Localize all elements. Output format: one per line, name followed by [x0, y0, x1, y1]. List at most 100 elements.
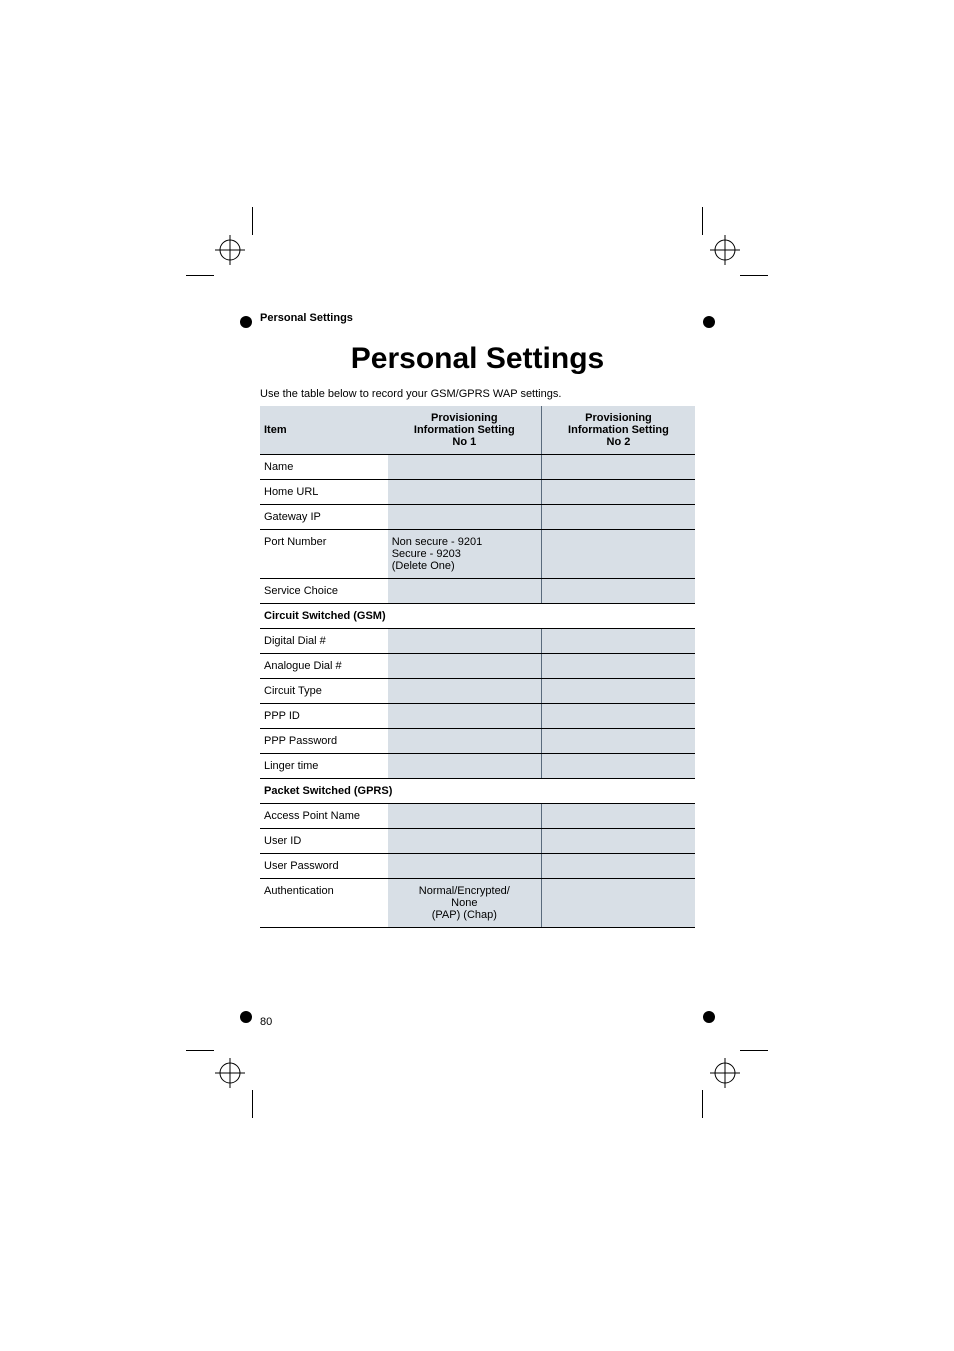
running-header: Personal Settings	[260, 312, 695, 324]
col2-l1: Provisioning	[585, 412, 652, 424]
col-item: Item	[260, 406, 388, 455]
intro-text: Use the table below to record your GSM/G…	[260, 388, 695, 400]
cell-value	[388, 754, 542, 779]
crop-mark	[186, 1050, 214, 1051]
row-gateway-ip: Gateway IP	[260, 505, 388, 530]
row-circuit-type: Circuit Type	[260, 679, 388, 704]
row-analogue-dial: Analogue Dial #	[260, 654, 388, 679]
page-content: Personal Settings Personal Settings Use …	[260, 312, 695, 928]
table-row: Service Choice	[260, 579, 695, 604]
cell-value	[388, 654, 542, 679]
table-row: Authentication Normal/Encrypted/ None (P…	[260, 879, 695, 928]
cell-value	[541, 480, 695, 505]
registration-mark-icon	[710, 235, 740, 265]
section-gsm-label: Circuit Switched (GSM)	[260, 604, 695, 629]
cell-value	[388, 480, 542, 505]
port-l2: Secure - 9203	[392, 548, 461, 560]
row-service-choice: Service Choice	[260, 579, 388, 604]
auth-l3: (PAP) (Chap)	[432, 909, 497, 921]
cell-value	[388, 854, 542, 879]
table-header-row: Item Provisioning Information Setting No…	[260, 406, 695, 455]
settings-table: Item Provisioning Information Setting No…	[260, 406, 695, 928]
crop-mark	[252, 1090, 253, 1118]
cell-value	[388, 629, 542, 654]
cell-value	[541, 729, 695, 754]
row-ppp-id: PPP ID	[260, 704, 388, 729]
cell-value	[541, 579, 695, 604]
dot-mark-icon	[240, 1011, 252, 1023]
cell-value	[388, 505, 542, 530]
row-access-point: Access Point Name	[260, 804, 388, 829]
table-row: Circuit Type	[260, 679, 695, 704]
cell-value	[541, 455, 695, 480]
table-row: Home URL	[260, 480, 695, 505]
col-setting-2: Provisioning Information Setting No 2	[541, 406, 695, 455]
crop-mark	[740, 1050, 768, 1051]
table-row: Access Point Name	[260, 804, 695, 829]
row-home-url: Home URL	[260, 480, 388, 505]
cell-value	[541, 704, 695, 729]
table-row: Port Number Non secure - 9201 Secure - 9…	[260, 530, 695, 579]
cell-value	[541, 530, 695, 579]
crop-mark	[740, 275, 768, 276]
cell-value	[541, 629, 695, 654]
crop-mark	[702, 1090, 703, 1118]
cell-value	[541, 505, 695, 530]
col2-l3: No 2	[607, 436, 631, 448]
col-setting-1: Provisioning Information Setting No 1	[388, 406, 542, 455]
auth-l2: None	[451, 897, 477, 909]
table-row: User Password	[260, 854, 695, 879]
col2-l2: Information Setting	[568, 424, 669, 436]
row-user-password: User Password	[260, 854, 388, 879]
table-row: PPP ID	[260, 704, 695, 729]
table-row: Name	[260, 455, 695, 480]
col1-l3: No 1	[452, 436, 476, 448]
crop-mark	[702, 207, 703, 235]
page-title: Personal Settings	[260, 342, 695, 376]
table-row: Gateway IP	[260, 505, 695, 530]
cell-value	[388, 829, 542, 854]
dot-mark-icon	[703, 1011, 715, 1023]
crop-mark	[252, 207, 253, 235]
cell-value	[541, 829, 695, 854]
row-port-number: Port Number	[260, 530, 388, 579]
col1-l1: Provisioning	[431, 412, 498, 424]
cell-value	[541, 679, 695, 704]
registration-mark-icon	[710, 1058, 740, 1088]
section-gsm: Circuit Switched (GSM)	[260, 604, 695, 629]
section-gprs: Packet Switched (GPRS)	[260, 779, 695, 804]
registration-mark-icon	[215, 235, 245, 265]
crop-mark	[186, 275, 214, 276]
row-name: Name	[260, 455, 388, 480]
section-gprs-label: Packet Switched (GPRS)	[260, 779, 695, 804]
cell-value	[388, 729, 542, 754]
cell-value	[541, 879, 695, 928]
dot-mark-icon	[240, 316, 252, 328]
cell-value	[388, 679, 542, 704]
row-linger-time: Linger time	[260, 754, 388, 779]
registration-mark-icon	[215, 1058, 245, 1088]
auth-l1: Normal/Encrypted/	[419, 885, 510, 897]
port-l3: (Delete One)	[392, 560, 455, 572]
cell-value	[541, 804, 695, 829]
row-authentication: Authentication	[260, 879, 388, 928]
col1-l2: Information Setting	[414, 424, 515, 436]
port-l1: Non secure - 9201	[392, 536, 483, 548]
table-row: Analogue Dial #	[260, 654, 695, 679]
cell-value	[541, 754, 695, 779]
cell-value	[541, 654, 695, 679]
table-row: PPP Password	[260, 729, 695, 754]
cell-value	[388, 455, 542, 480]
page-number: 80	[260, 1016, 272, 1028]
table-row: Digital Dial #	[260, 629, 695, 654]
row-digital-dial: Digital Dial #	[260, 629, 388, 654]
table-row: User ID	[260, 829, 695, 854]
cell-value	[541, 854, 695, 879]
dot-mark-icon	[703, 316, 715, 328]
cell-value: Normal/Encrypted/ None (PAP) (Chap)	[388, 879, 542, 928]
cell-value: Non secure - 9201 Secure - 9203 (Delete …	[388, 530, 542, 579]
table-row: Linger time	[260, 754, 695, 779]
row-user-id: User ID	[260, 829, 388, 854]
cell-value	[388, 704, 542, 729]
cell-value	[388, 804, 542, 829]
